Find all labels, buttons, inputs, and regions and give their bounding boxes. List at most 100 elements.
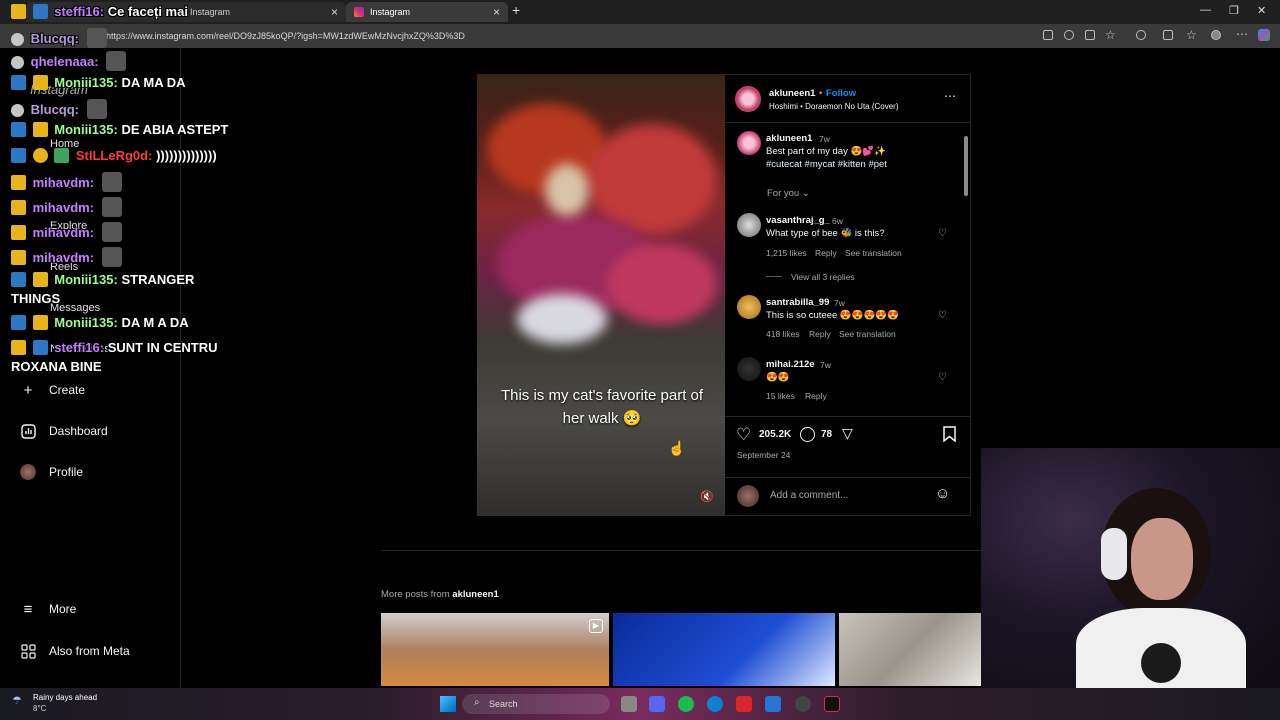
comment-username[interactable]: santrabilla_99 — [766, 297, 829, 308]
audio-track[interactable]: Hoshimi • Doraemon No Uta (Cover) — [769, 102, 899, 111]
see-translation-link[interactable]: See translation — [845, 248, 902, 258]
author-avatar[interactable] — [735, 86, 761, 112]
post-thumbnail[interactable] — [613, 613, 835, 686]
like-count[interactable]: 205.2K — [759, 429, 791, 440]
sidebar-item-create[interactable]: + Create — [20, 382, 85, 399]
chat-username: mihavdm: — [32, 250, 95, 265]
commenter-avatar[interactable] — [737, 213, 761, 237]
commenter-avatar[interactable] — [737, 357, 761, 381]
discord-icon[interactable] — [649, 696, 665, 712]
follow-button[interactable]: Follow — [826, 88, 856, 99]
comment-likes[interactable]: 418 likes — [766, 329, 800, 339]
view-replies-link[interactable]: View all 3 replies — [791, 272, 855, 282]
comment-bubble-icon[interactable] — [800, 427, 815, 442]
extensions-icon[interactable] — [1136, 30, 1146, 40]
spotify-icon[interactable] — [678, 696, 694, 712]
copilot-icon[interactable] — [1258, 29, 1270, 41]
for-you-sort[interactable]: For you ⌄ — [767, 188, 810, 199]
comment-age: 6w — [832, 216, 843, 226]
post-thumbnail[interactable]: ▶ — [381, 613, 609, 686]
new-tab-icon[interactable]: + — [512, 2, 520, 18]
settings-more-icon[interactable]: ⋯ — [1236, 27, 1248, 41]
see-translation-link[interactable]: See translation — [839, 329, 896, 339]
comment-heart-icon[interactable]: ♡ — [938, 310, 947, 321]
emoji-icon[interactable]: ☺ — [935, 485, 950, 502]
favorites-icon[interactable]: ☆ — [1186, 28, 1197, 42]
chat-username: qhelenaaa: — [30, 54, 99, 69]
taskbar-search-label: Search — [489, 699, 518, 709]
sort-label: For you — [767, 188, 800, 199]
browser-essentials-icon[interactable] — [1163, 30, 1173, 40]
chat-message: Moniii135: STRANGER — [11, 272, 194, 287]
comment-username[interactable]: mihai.212e — [766, 359, 815, 370]
sidebar-item-dashboard[interactable]: Dashboard — [20, 423, 108, 439]
comment-heart-icon[interactable]: ♡ — [938, 228, 947, 239]
comment-heart-icon[interactable]: ♡ — [938, 372, 947, 383]
sub-gift-badge-icon — [32, 148, 48, 163]
more-posts-user[interactable]: akluneen1 — [452, 589, 498, 600]
weather-title[interactable]: Rainy days ahead — [33, 693, 97, 702]
app-icon[interactable] — [765, 696, 781, 712]
chat-username: Moniii135: — [54, 315, 118, 330]
minimize-icon[interactable]: — — [1200, 4, 1211, 16]
comment-count[interactable]: 78 — [821, 429, 832, 440]
app-icon[interactable] — [736, 696, 752, 712]
hashtags[interactable]: #cutecat #mycat #kitten #pet — [766, 159, 887, 170]
weather-icon[interactable]: ☂ — [12, 694, 22, 707]
description-username[interactable]: akluneen1 — [766, 133, 812, 144]
profile-avatar-icon[interactable] — [1211, 30, 1221, 40]
chevron-down-icon: ⌄ — [801, 188, 810, 199]
tiktok-icon[interactable] — [824, 696, 840, 712]
url-field[interactable]: https://www.instagram.com/reel/DO9zJ85ko… — [106, 28, 1046, 44]
description-age: 7w — [819, 134, 830, 144]
share-send-icon[interactable]: ▽ — [842, 425, 853, 442]
sidebar-item-also-from-meta[interactable]: Also from Meta — [20, 643, 130, 659]
reply-button[interactable]: Reply — [815, 248, 837, 258]
zoom-icon[interactable] — [1064, 30, 1074, 40]
chat-message: StILLeRg0d: )))))))))))))) — [11, 148, 217, 163]
comment-age: 7w — [834, 298, 845, 308]
sidebar-item-more[interactable]: ≡ More — [20, 600, 77, 618]
comments-scrollbar[interactable] — [962, 124, 970, 416]
like-heart-icon[interactable]: ♡ — [736, 425, 751, 445]
chat-username: mihavdm: — [32, 175, 95, 190]
comment-likes[interactable]: 15 likes — [766, 391, 795, 401]
sidebar-item-label: Dashboard — [49, 424, 108, 438]
save-bookmark-icon[interactable] — [943, 426, 956, 447]
commenter-avatar[interactable] — [737, 295, 761, 319]
comment-likes[interactable]: 1,215 likes — [766, 248, 807, 258]
face-shape — [1131, 518, 1193, 600]
moderator-badge-icon — [11, 148, 26, 163]
chat-emote-icon — [106, 51, 127, 71]
muted-speaker-icon[interactable]: 🔇 — [700, 490, 714, 503]
edge-icon[interactable] — [707, 696, 723, 712]
reply-button[interactable]: Reply — [805, 391, 827, 401]
taskbar-search[interactable] — [462, 694, 610, 714]
comment-input[interactable]: Add a comment... — [770, 490, 848, 501]
post-thumbnail[interactable] — [839, 613, 981, 686]
more-posts-label: More posts from — [381, 589, 450, 600]
chat-text: STRANGER — [121, 272, 195, 287]
scrollbar-thumb[interactable] — [964, 136, 968, 196]
maximize-icon[interactable]: ❐ — [1229, 4, 1239, 17]
favorite-star-icon[interactable]: ☆ — [1105, 28, 1116, 42]
author-username[interactable]: akluneen1 — [769, 88, 815, 99]
sidebar-item-profile[interactable]: Profile — [20, 464, 83, 480]
author-avatar[interactable] — [737, 131, 761, 155]
browser-tab-instagram[interactable]: Instagram × — [346, 2, 508, 22]
obs-icon[interactable] — [795, 696, 811, 712]
reel-video[interactable] — [477, 74, 725, 516]
more-options-icon[interactable]: ⋯ — [944, 89, 956, 103]
read-aloud-icon[interactable] — [1085, 30, 1095, 40]
reply-button[interactable]: Reply — [809, 329, 831, 339]
close-tab-icon[interactable]: × — [331, 5, 338, 19]
task-view-icon[interactable] — [621, 696, 637, 712]
comment-username[interactable]: vasanthraj_g_ — [766, 215, 830, 226]
chat-username: StILLeRg0d: — [75, 148, 153, 163]
video-caption: This is my cat's favorite part of her wa… — [500, 387, 704, 427]
close-window-icon[interactable]: ✕ — [1257, 4, 1266, 17]
close-tab-icon[interactable]: × — [493, 5, 500, 19]
windows-start-icon[interactable] — [440, 696, 456, 712]
hamburger-menu-icon: ≡ — [23, 600, 33, 618]
app-available-icon[interactable] — [1043, 30, 1053, 40]
